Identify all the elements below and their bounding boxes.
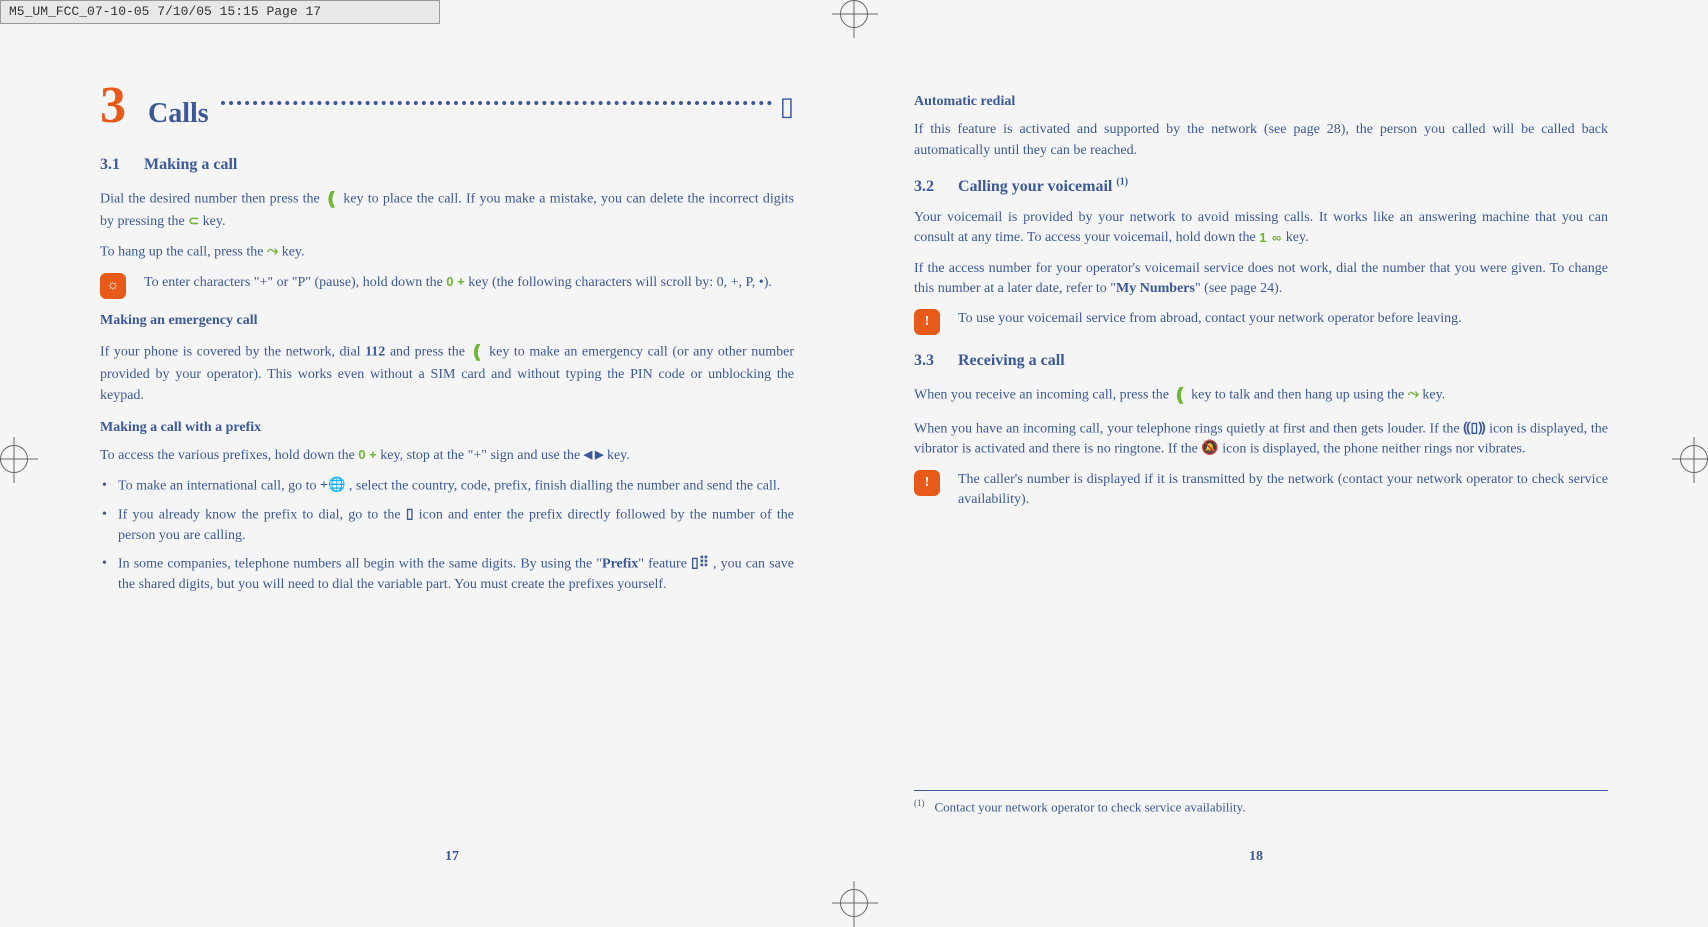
phone-small-icon: ▯ bbox=[406, 505, 414, 525]
section-num: 3.3 bbox=[914, 349, 934, 372]
tip-note: ☼ To enter characters "+" or "P" (pause)… bbox=[100, 273, 794, 299]
call-key-icon: ❪ bbox=[324, 186, 339, 212]
section-3-3: 3.3 Receiving a call bbox=[914, 349, 1608, 372]
back-key-icon: ⊂ bbox=[188, 212, 199, 231]
crop-mark-top bbox=[840, 0, 868, 28]
section-num: 3.1 bbox=[100, 153, 120, 176]
crop-mark-right bbox=[1680, 445, 1708, 473]
warning-text: To use your voicemail service from abroa… bbox=[958, 309, 1608, 329]
list-item: In some companies, telephone numbers all… bbox=[118, 554, 794, 595]
subheading: Making an emergency call bbox=[100, 311, 794, 331]
leader-dots bbox=[221, 101, 772, 105]
globe-icon: +🌐 bbox=[320, 476, 345, 496]
call-key-icon: ❪ bbox=[470, 339, 485, 365]
body-text: To access the various prefixes, hold dow… bbox=[100, 446, 794, 466]
silence-icon: 🔕 bbox=[1201, 439, 1218, 459]
list-item: If you already know the prefix to dial, … bbox=[118, 505, 794, 546]
section-title: Making a call bbox=[144, 153, 237, 176]
vibrate-icon: ⸨▯⸩ bbox=[1463, 419, 1485, 439]
section-title: Receiving a call bbox=[958, 349, 1065, 372]
page-number: 18 bbox=[1249, 847, 1263, 867]
warning-icon: ! bbox=[914, 470, 940, 496]
footnote: (1)Contact your network operator to chec… bbox=[914, 790, 1608, 817]
body-text: Dial the desired number then press the ❪… bbox=[100, 186, 794, 232]
chapter-heading: 3 Calls ▯ bbox=[100, 80, 794, 135]
page-18: Automatic redial If this feature is acti… bbox=[854, 40, 1658, 877]
bullet-list: To make an international call, go to +🌐 … bbox=[100, 476, 794, 595]
chapter-title: Calls bbox=[148, 94, 209, 135]
body-text: If the access number for your operator's… bbox=[914, 259, 1608, 300]
list-item: To make an international call, go to +🌐 … bbox=[118, 476, 794, 497]
body-text: If your phone is covered by the network,… bbox=[100, 339, 794, 406]
nav-key-icon: ◀ ▶ bbox=[584, 448, 604, 464]
warning-text: The caller's number is displayed if it i… bbox=[958, 470, 1608, 511]
chapter-number: 3 bbox=[100, 80, 126, 132]
hangup-key-icon: ⤳ bbox=[1408, 385, 1419, 405]
body-text: When you have an incoming call, your tel… bbox=[914, 419, 1608, 460]
section-title: Calling your voicemail (1) bbox=[958, 175, 1128, 198]
tip-icon: ☼ bbox=[100, 273, 126, 299]
warning-note: ! The caller's number is displayed if it… bbox=[914, 470, 1608, 511]
page-17: 3 Calls ▯ 3.1 Making a call Dial the des… bbox=[50, 40, 854, 877]
subheading: Making a call with a prefix bbox=[100, 418, 794, 438]
body-text: If this feature is activated and support… bbox=[914, 120, 1608, 161]
phone-icon: ▯ bbox=[780, 88, 794, 126]
section-num: 3.2 bbox=[914, 175, 934, 198]
warning-note: ! To use your voicemail service from abr… bbox=[914, 309, 1608, 335]
crop-mark-bottom bbox=[840, 889, 868, 917]
crop-mark-left bbox=[0, 445, 28, 473]
page-number: 17 bbox=[445, 847, 459, 867]
page-spread: 3 Calls ▯ 3.1 Making a call Dial the des… bbox=[50, 40, 1658, 877]
print-header: M5_UM_FCC_07-10-05 7/10/05 15:15 Page 17 bbox=[0, 0, 440, 24]
voicemail-key-icon: 1 ∞ bbox=[1259, 229, 1282, 248]
tip-text: To enter characters "+" or "P" (pause), … bbox=[144, 273, 794, 293]
body-text: Your voicemail is provided by your netwo… bbox=[914, 208, 1608, 249]
zero-key-icon: 0 + bbox=[358, 446, 376, 465]
hangup-key-icon: ⤳ bbox=[267, 242, 278, 262]
call-key-icon: ❪ bbox=[1173, 382, 1188, 408]
prefix-icon: ▯⠿ bbox=[691, 554, 709, 574]
section-3-2: 3.2 Calling your voicemail (1) bbox=[914, 175, 1608, 198]
section-3-1: 3.1 Making a call bbox=[100, 153, 794, 176]
zero-key-icon: 0 + bbox=[446, 273, 464, 292]
body-text: To hang up the call, press the ⤳ key. bbox=[100, 242, 794, 263]
subheading: Automatic redial bbox=[914, 92, 1608, 112]
body-text: When you receive an incoming call, press… bbox=[914, 382, 1608, 408]
warning-icon: ! bbox=[914, 309, 940, 335]
